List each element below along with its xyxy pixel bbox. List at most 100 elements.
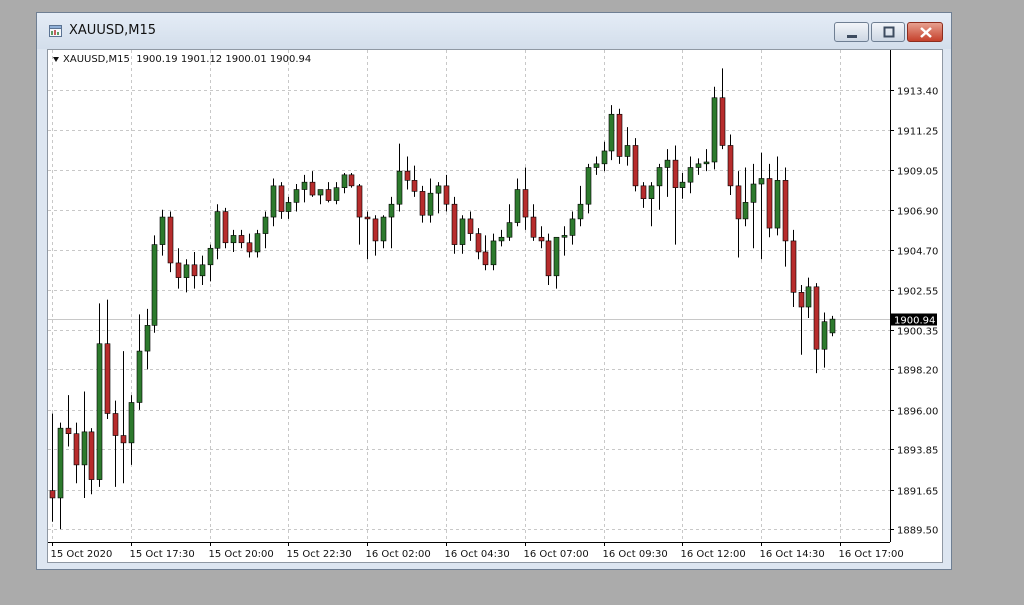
dropdown-arrow-icon[interactable] [53,56,59,62]
candlestick-chart[interactable]: 1913.40 1911.25 1909.05 1906.90 1904.70 1902.… [48,50,942,562]
close-button[interactable] [907,22,943,42]
candle-bear [475,233,482,253]
minimize-button[interactable] [834,22,869,42]
candle-bear [104,343,111,414]
candle-bull [57,427,64,499]
candle-bear [719,97,726,146]
grid-lines [48,50,890,542]
candle-bull [151,244,158,326]
candle-bull [601,150,608,165]
info-values: 1900.19 1901.12 1900.01 1900.94 [136,54,312,65]
candle-bull [774,180,781,229]
y-tick-label: 1891.65 [897,487,938,498]
candle-bear [640,185,647,200]
candle-bull [664,159,671,168]
current-price-label: 1900.94 [894,316,935,327]
y-tick-label: 1896.00 [897,407,938,418]
y-tick-label: 1902.55 [897,287,938,298]
x-tick-label: 16 Oct 12:00 [681,549,746,560]
title-bar[interactable]: XAUUSD,M15 [37,13,951,49]
candle-bull [553,236,560,277]
candle-bull [821,321,828,350]
candle-bull [742,202,749,220]
x-tick-label: 16 Oct 07:00 [524,549,589,560]
candle-bull [333,187,340,201]
candle-bull [301,181,308,190]
candle-bear [309,181,316,196]
candle-bull [427,192,434,216]
candle-bear [632,145,639,187]
candle-bear [616,113,623,157]
candle-bear [246,242,253,253]
candle-bull [388,203,395,218]
candle-bull [648,185,655,200]
candle-bear [798,292,805,308]
candle-bull [214,211,221,249]
candle-bear [238,235,245,244]
candle-bull [624,145,631,157]
candle-bull [585,167,592,205]
candle-bull [435,185,442,194]
y-tick-label: 1906.90 [897,207,938,218]
candle-bull [396,170,403,205]
x-tick-label: 16 Oct 02:00 [366,549,431,560]
y-tick-label: 1900.35 [897,327,938,338]
candles [49,68,836,530]
candle-bear [49,490,56,499]
candle-bull [750,183,757,203]
candle-bear [112,413,119,436]
x-tick-label: 16 Oct 04:30 [445,549,510,560]
candle-bear [467,218,474,234]
candle-bull [207,247,214,266]
candle-bull [703,161,710,165]
candle-bull [695,163,702,168]
y-tick-label: 1893.85 [897,446,938,457]
candle-bull [805,286,812,308]
candle-bear [782,180,789,242]
candle-bear [538,236,545,242]
candle-bear [443,185,450,205]
y-tick-label: 1913.40 [897,87,938,98]
candle-bull [254,233,261,253]
candle-bull [569,218,576,236]
candle-bear [88,431,95,480]
candle-bear [530,216,537,238]
window-title: XAUUSD,M15 [69,23,156,38]
candle-bull [687,167,694,183]
maximize-button[interactable] [871,22,905,42]
candle-bull [711,97,718,163]
candle-bull [506,222,513,238]
x-tick-label: 16 Oct 17:00 [839,549,904,560]
candle-bull [758,178,765,185]
candle-bull [96,343,103,480]
close-icon [920,27,932,38]
candle-bear [727,145,734,187]
candle-bull [656,167,663,187]
candle-bull [561,235,568,238]
x-tick-label: 16 Oct 14:30 [760,549,825,560]
x-tick-label: 15 Oct 22:30 [287,549,352,560]
candle-bear [672,159,679,188]
candle-bear [372,218,379,242]
chart-area[interactable]: 1913.40 1911.25 1909.05 1906.90 1904.70 1902.… [47,49,943,563]
candle-bear [120,435,127,444]
candle-bear [356,185,363,218]
y-tick-label: 1904.70 [897,247,938,258]
x-tick-label: 16 Oct 09:30 [603,549,668,560]
candle-bull [262,216,269,234]
candle-bull [128,402,135,444]
candle-bear [73,433,80,466]
chart-window-icon [49,23,63,37]
candle-bear [222,211,229,244]
info-bar: XAUUSD,M15 1900.19 1901.12 1900.01 1900.… [53,54,311,65]
chart-window: XAUUSD,M15 1913.40 1911.25 1909.05 1906.90 1… [36,12,952,570]
candle-bull [136,350,143,403]
candle-bear [191,264,198,277]
candle-bear [278,185,285,212]
candle-bull [144,325,151,352]
x-tick-label: 15 Oct 20:00 [209,549,274,560]
candle-bear [451,203,458,245]
candle-bull [270,185,277,218]
candle-bear [325,189,332,201]
candle-bear [735,185,742,220]
